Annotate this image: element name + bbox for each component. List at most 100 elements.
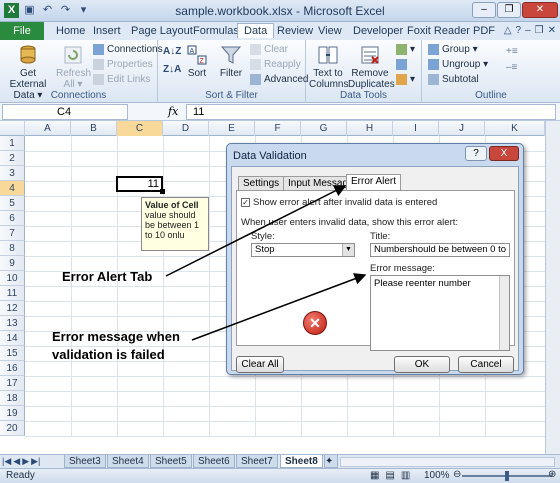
what-if-analysis-button[interactable]: ▾ xyxy=(396,74,415,85)
column-header[interactable]: H xyxy=(347,121,393,136)
sheet-tab[interactable]: Sheet7 xyxy=(236,455,278,468)
minimize-ribbon-icon[interactable]: △ xyxy=(504,25,512,36)
textarea-scrollbar[interactable] xyxy=(499,276,509,350)
column-header[interactable]: K xyxy=(485,121,545,136)
tab-developer[interactable]: Developer xyxy=(353,25,403,37)
row-header[interactable]: 17 xyxy=(0,376,25,391)
subtotal-button[interactable]: Subtotal xyxy=(428,74,479,85)
column-header[interactable]: F xyxy=(255,121,301,136)
column-header[interactable]: E xyxy=(209,121,255,136)
fill-handle[interactable] xyxy=(160,189,165,194)
tab-formulas[interactable]: Formulas xyxy=(193,25,239,37)
select-all-corner[interactable] xyxy=(0,121,25,136)
refresh-all-button[interactable]: Refresh All ▾ xyxy=(56,44,91,90)
normal-view-icon[interactable]: ▦ xyxy=(370,470,379,481)
group-button[interactable]: Group ▾ xyxy=(428,44,478,55)
row-header[interactable]: 10 xyxy=(0,271,25,286)
row-header[interactable]: 13 xyxy=(0,316,25,331)
row-header-selected[interactable]: 4 xyxy=(0,181,25,196)
connections-button[interactable]: Connections xyxy=(93,44,163,55)
workbook-restore-icon[interactable]: ❐ xyxy=(535,25,544,36)
column-header[interactable]: G xyxy=(301,121,347,136)
edit-links-button[interactable]: Edit Links xyxy=(93,74,150,85)
reapply-button[interactable]: Reapply xyxy=(250,59,301,70)
error-message-textarea[interactable]: Please reenter number xyxy=(370,275,510,351)
row-header[interactable]: 18 xyxy=(0,391,25,406)
show-detail-icon[interactable]: +≡ xyxy=(506,46,518,57)
sort-button[interactable]: AZ Sort xyxy=(184,44,210,79)
row-header[interactable]: 8 xyxy=(0,241,25,256)
name-box[interactable]: C4 xyxy=(2,104,128,120)
sheet-tab[interactable]: Sheet5 xyxy=(150,455,192,468)
tab-file[interactable]: File xyxy=(0,22,44,40)
show-alert-row[interactable]: ✓ Show error alert after invalid data is … xyxy=(241,197,437,208)
workbook-minimize-icon[interactable]: – xyxy=(525,25,531,36)
zoom-out-icon[interactable]: ⊖ xyxy=(453,469,461,480)
tab-data[interactable]: Data xyxy=(237,23,275,38)
properties-button[interactable]: Properties xyxy=(93,59,153,70)
title-input[interactable]: Numbershould be between 0 to 10 xyxy=(370,243,510,257)
sheet-tab[interactable]: Sheet6 xyxy=(193,455,235,468)
row-header[interactable]: 14 xyxy=(0,331,25,346)
data-validation-button[interactable]: ▾ xyxy=(396,44,415,55)
row-header[interactable]: 1 xyxy=(0,136,25,151)
vertical-scrollbar[interactable] xyxy=(545,121,560,454)
tab-settings[interactable]: Settings xyxy=(238,176,285,190)
sheet-tab[interactable]: Sheet4 xyxy=(107,455,149,468)
sheet-tab[interactable]: Sheet3 xyxy=(64,455,106,468)
row-header[interactable]: 6 xyxy=(0,211,25,226)
column-header[interactable]: A xyxy=(25,121,71,136)
remove-duplicates-button[interactable]: Remove Duplicates xyxy=(348,44,395,90)
show-alert-checkbox[interactable]: ✓ xyxy=(241,197,250,207)
hide-detail-icon[interactable]: –≡ xyxy=(506,62,517,73)
row-header[interactable]: 19 xyxy=(0,406,25,421)
column-header-selected[interactable]: C xyxy=(117,121,163,136)
last-sheet-icon[interactable]: ▶| xyxy=(31,456,40,467)
insert-sheet-icon[interactable]: ✦ xyxy=(324,455,338,468)
tab-view[interactable]: View xyxy=(318,25,342,37)
horizontal-scrollbar[interactable] xyxy=(340,457,555,467)
cancel-button[interactable]: Cancel xyxy=(458,356,514,373)
close-icon[interactable]: ✕ xyxy=(522,2,558,18)
row-header[interactable]: 7 xyxy=(0,226,25,241)
restore-icon[interactable]: ❐ xyxy=(497,2,521,18)
sort-a-z-button[interactable]: A↓Z xyxy=(163,46,181,57)
row-header[interactable]: 2 xyxy=(0,151,25,166)
formula-input[interactable]: 11 xyxy=(186,104,556,120)
clear-button[interactable]: Clear xyxy=(250,44,288,55)
sheet-tab-active[interactable]: Sheet8 xyxy=(280,455,323,468)
help-icon[interactable]: ? xyxy=(516,25,522,36)
dialog-close-icon[interactable]: X xyxy=(489,146,519,161)
row-header[interactable]: 3 xyxy=(0,166,25,181)
zoom-level[interactable]: 100% xyxy=(424,470,450,481)
row-header[interactable]: 20 xyxy=(0,421,25,436)
tab-error-alert[interactable]: Error Alert xyxy=(346,174,402,191)
tab-home[interactable]: Home xyxy=(56,25,85,37)
workbook-close-icon[interactable]: ✕ xyxy=(548,25,556,36)
dialog-help-icon[interactable]: ? xyxy=(465,146,487,161)
advanced-button[interactable]: Advanced xyxy=(250,74,308,85)
row-header[interactable]: 11 xyxy=(0,286,25,301)
clear-all-button[interactable]: Clear All xyxy=(236,356,284,373)
zoom-in-icon[interactable]: ⊕ xyxy=(548,469,556,480)
tab-insert[interactable]: Insert xyxy=(93,25,121,37)
column-header[interactable]: B xyxy=(71,121,117,136)
ok-button[interactable]: OK xyxy=(394,356,450,373)
consolidate-button[interactable] xyxy=(396,59,407,70)
text-to-columns-button[interactable]: Text to Columns xyxy=(309,44,348,90)
prev-sheet-icon[interactable]: ◀ xyxy=(13,456,20,467)
row-header[interactable]: 16 xyxy=(0,361,25,376)
row-header[interactable]: 12 xyxy=(0,301,25,316)
page-layout-view-icon[interactable]: ▤ xyxy=(385,470,394,481)
page-break-view-icon[interactable]: ▥ xyxy=(401,470,410,481)
next-sheet-icon[interactable]: ▶ xyxy=(22,456,29,467)
active-cell-c4[interactable]: 11 xyxy=(116,176,163,192)
minimize-icon[interactable]: – xyxy=(472,2,496,18)
row-header[interactable]: 15 xyxy=(0,346,25,361)
tab-page-layout[interactable]: Page Layout xyxy=(131,25,193,37)
style-select[interactable]: Stop ▼ xyxy=(251,243,355,257)
row-header[interactable]: 9 xyxy=(0,256,25,271)
row-header[interactable]: 5 xyxy=(0,196,25,211)
filter-button[interactable]: Filter xyxy=(216,44,246,79)
sort-z-a-button[interactable]: Z↓A xyxy=(163,64,181,75)
